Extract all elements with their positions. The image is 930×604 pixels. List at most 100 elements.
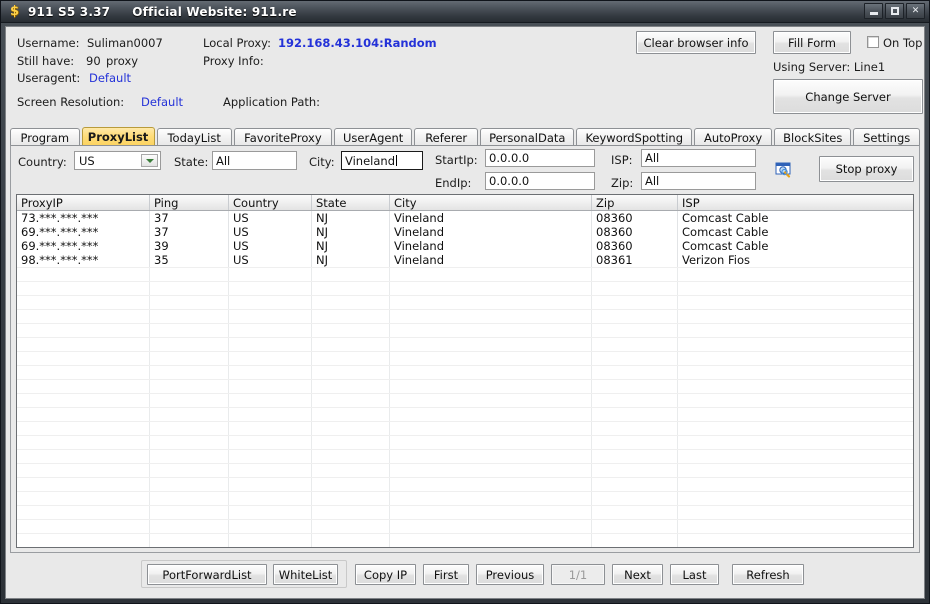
empty-cell — [312, 450, 390, 463]
empty-cell — [390, 520, 592, 533]
table-empty-row[interactable] — [17, 477, 913, 491]
isp-label: ISP: — [611, 153, 633, 167]
previous-page-button[interactable]: Previous — [476, 564, 544, 585]
copy-ip-button[interactable]: Copy IP — [355, 564, 416, 585]
column-header-proxy_ip[interactable]: ProxyIP — [17, 195, 150, 210]
table-row[interactable]: 73.***.***.*** 37 US NJ Vineland 08360 Comcast… — [17, 211, 913, 225]
tab-label: ProxyList — [87, 130, 149, 144]
table-row[interactable]: 98.***.***.*** 35 US NJ Vineland 08361 Verizon… — [17, 253, 913, 267]
maximize-button[interactable] — [885, 3, 904, 19]
empty-cell — [150, 394, 229, 407]
table-empty-row[interactable] — [17, 295, 913, 309]
table-empty-row[interactable] — [17, 267, 913, 281]
table-empty-row[interactable] — [17, 463, 913, 477]
table-empty-row[interactable] — [17, 351, 913, 365]
column-header-zip[interactable]: Zip — [592, 195, 678, 210]
empty-cell — [592, 422, 678, 435]
screen-resolution-value[interactable]: Default — [141, 95, 183, 109]
empty-cell — [390, 282, 592, 295]
fill-form-button[interactable]: Fill Form — [773, 31, 851, 54]
empty-cell — [150, 520, 229, 533]
table-body[interactable]: 73.***.***.*** 37 US NJ Vineland 08360 Comcast… — [17, 211, 913, 547]
minimize-button[interactable] — [864, 3, 883, 19]
tab-label: Settings — [863, 130, 911, 145]
empty-cell — [592, 296, 678, 309]
table-empty-row[interactable] — [17, 435, 913, 449]
tab-referer[interactable]: Referer — [414, 128, 479, 146]
last-page-button[interactable]: Last — [670, 564, 719, 585]
change-server-button[interactable]: Change Server — [773, 79, 923, 114]
tab-blocksites[interactable]: BlockSites — [774, 128, 852, 146]
table-empty-row[interactable] — [17, 281, 913, 295]
end-ip-input[interactable]: 0.0.0.0 — [485, 172, 595, 190]
table-empty-row[interactable] — [17, 519, 913, 533]
cell-country: US — [229, 211, 312, 225]
empty-cell — [150, 380, 229, 393]
zip-input[interactable]: All — [641, 172, 756, 190]
white-list-button[interactable]: WhiteList — [273, 564, 338, 585]
stop-proxy-button[interactable]: Stop proxy — [819, 156, 914, 182]
tab-useragent[interactable]: UserAgent — [334, 128, 413, 146]
close-button[interactable]: ✕ — [906, 3, 925, 19]
table-empty-row[interactable] — [17, 309, 913, 323]
column-header-city[interactable]: City — [390, 195, 592, 210]
tab-autoproxy[interactable]: AutoProxy — [694, 128, 773, 146]
column-header-isp[interactable]: ISP — [678, 195, 913, 210]
table-empty-row[interactable] — [17, 533, 913, 547]
empty-cell — [150, 478, 229, 491]
cell-isp: Verizon Fios — [678, 253, 913, 267]
table-empty-row[interactable] — [17, 407, 913, 421]
empty-cell — [678, 394, 913, 407]
start-ip-input[interactable]: 0.0.0.0 — [485, 149, 595, 167]
column-header-state[interactable]: State — [312, 195, 390, 210]
table-empty-row[interactable] — [17, 393, 913, 407]
local-proxy-value[interactable]: 192.168.43.104:Random — [278, 36, 437, 50]
tab-keywordspotting[interactable]: KeywordSpotting — [576, 128, 692, 146]
empty-cell — [390, 478, 592, 491]
tab-program[interactable]: Program — [10, 128, 80, 146]
empty-cell — [229, 520, 312, 533]
next-page-button[interactable]: Next — [612, 564, 663, 585]
column-header-ping[interactable]: Ping — [150, 195, 229, 210]
table-row[interactable]: 69.***.***.*** 37 US NJ Vineland 08360 Comcast… — [17, 225, 913, 239]
table-empty-row[interactable] — [17, 365, 913, 379]
country-select[interactable]: US — [74, 151, 161, 170]
table-empty-row[interactable] — [17, 449, 913, 463]
search-window-icon[interactable] — [775, 161, 795, 179]
table-empty-row[interactable] — [17, 491, 913, 505]
tab-settings[interactable]: Settings — [853, 128, 921, 146]
tab-proxylist[interactable]: ProxyList — [81, 127, 155, 146]
table-row[interactable]: 69.***.***.*** 39 US NJ Vineland 08360 Comcast… — [17, 239, 913, 253]
proxy-table[interactable]: ProxyIP Ping Country State City Zip ISP 73.***… — [16, 194, 914, 548]
first-page-button[interactable]: First — [423, 564, 469, 585]
state-input[interactable]: All — [212, 151, 297, 170]
empty-cell — [312, 534, 390, 547]
table-empty-row[interactable] — [17, 421, 913, 435]
empty-cell — [312, 296, 390, 309]
refresh-button[interactable]: Refresh — [732, 564, 804, 585]
column-header-country[interactable]: Country — [229, 195, 312, 210]
on-top-checkbox[interactable] — [867, 36, 879, 48]
clear-browser-info-button[interactable]: Clear browser info — [636, 31, 756, 54]
chevron-down-icon[interactable] — [141, 154, 158, 167]
table-empty-row[interactable] — [17, 505, 913, 519]
isp-input[interactable]: All — [641, 149, 756, 167]
state-label: State: — [174, 155, 209, 169]
tab-todaylist[interactable]: TodayList — [156, 128, 232, 146]
table-empty-row[interactable] — [17, 323, 913, 337]
empty-cell — [592, 324, 678, 337]
tab-favoriteproxy[interactable]: FavoriteProxy — [233, 128, 332, 146]
empty-cell — [150, 310, 229, 323]
cell-city: Vineland — [390, 211, 592, 225]
useragent-value[interactable]: Default — [89, 71, 131, 85]
empty-cell — [312, 422, 390, 435]
port-forward-list-button[interactable]: PortForwardList — [147, 564, 267, 585]
client-area: Username: Suliman0007 Still have: 90 pro… — [5, 26, 925, 599]
empty-cell — [678, 282, 913, 295]
empty-cell — [150, 408, 229, 421]
table-empty-row[interactable] — [17, 379, 913, 393]
table-empty-row[interactable] — [17, 337, 913, 351]
tab-label: UserAgent — [343, 130, 404, 145]
tab-personaldata[interactable]: PersonalData — [480, 128, 575, 146]
city-input[interactable]: Vineland — [341, 151, 423, 170]
